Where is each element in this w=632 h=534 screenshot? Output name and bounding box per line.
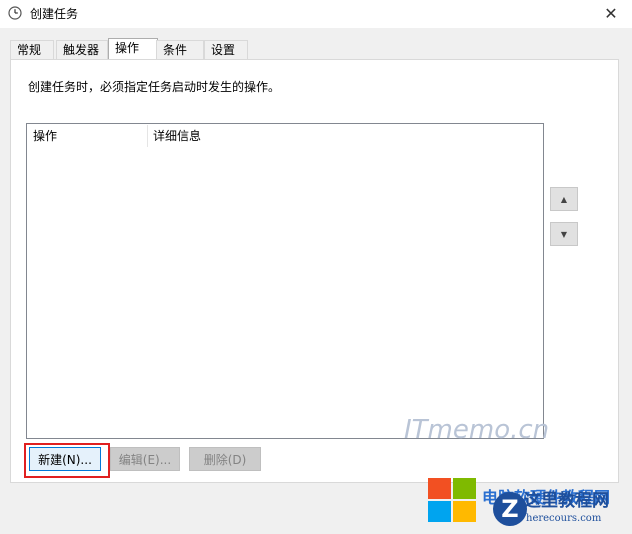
actions-list[interactable]: 操作 详细信息 — [26, 123, 544, 439]
close-icon: ✕ — [604, 3, 618, 23]
title-bar: 创建任务 ✕ — [0, 0, 632, 28]
close-button[interactable]: ✕ — [598, 1, 624, 25]
tab-general[interactable]: 常规 — [10, 40, 54, 59]
column-separator[interactable] — [147, 125, 148, 147]
logo-quad-red — [428, 478, 451, 499]
logo-quad-blue — [428, 501, 451, 522]
move-down-button[interactable]: ▼ — [550, 222, 578, 246]
logo-quad-green — [453, 478, 476, 499]
edit-button[interactable]: 编辑(E)... — [110, 447, 180, 471]
highlight-box — [24, 443, 110, 478]
move-up-button[interactable]: ▲ — [550, 187, 578, 211]
triangle-down-icon: ▼ — [560, 229, 568, 239]
windows-logo — [428, 478, 478, 524]
clock-icon — [8, 6, 22, 20]
logo-quad-yellow — [453, 501, 476, 522]
window-title: 创建任务 — [30, 7, 79, 21]
triangle-up-icon: ▲ — [560, 194, 568, 204]
site-name-cn: 这里教程网 — [524, 491, 609, 511]
site-badge: Z — [493, 492, 527, 526]
watermark-itmemo: ITmemo.cn — [404, 415, 550, 445]
column-header-action[interactable]: 操作 — [33, 126, 57, 146]
tab-triggers[interactable]: 触发器 — [56, 40, 108, 59]
panel-description: 创建任务时，必须指定任务启动时发生的操作。 — [28, 80, 281, 94]
delete-button[interactable]: 删除(D) — [189, 447, 261, 471]
tab-actions[interactable]: 操作 — [108, 38, 158, 60]
tab-conditions[interactable]: 条件 — [156, 40, 204, 59]
column-header-details[interactable]: 详细信息 — [153, 126, 201, 146]
site-name-en: herecours.com — [526, 513, 602, 524]
tab-settings[interactable]: 设置 — [204, 40, 248, 59]
